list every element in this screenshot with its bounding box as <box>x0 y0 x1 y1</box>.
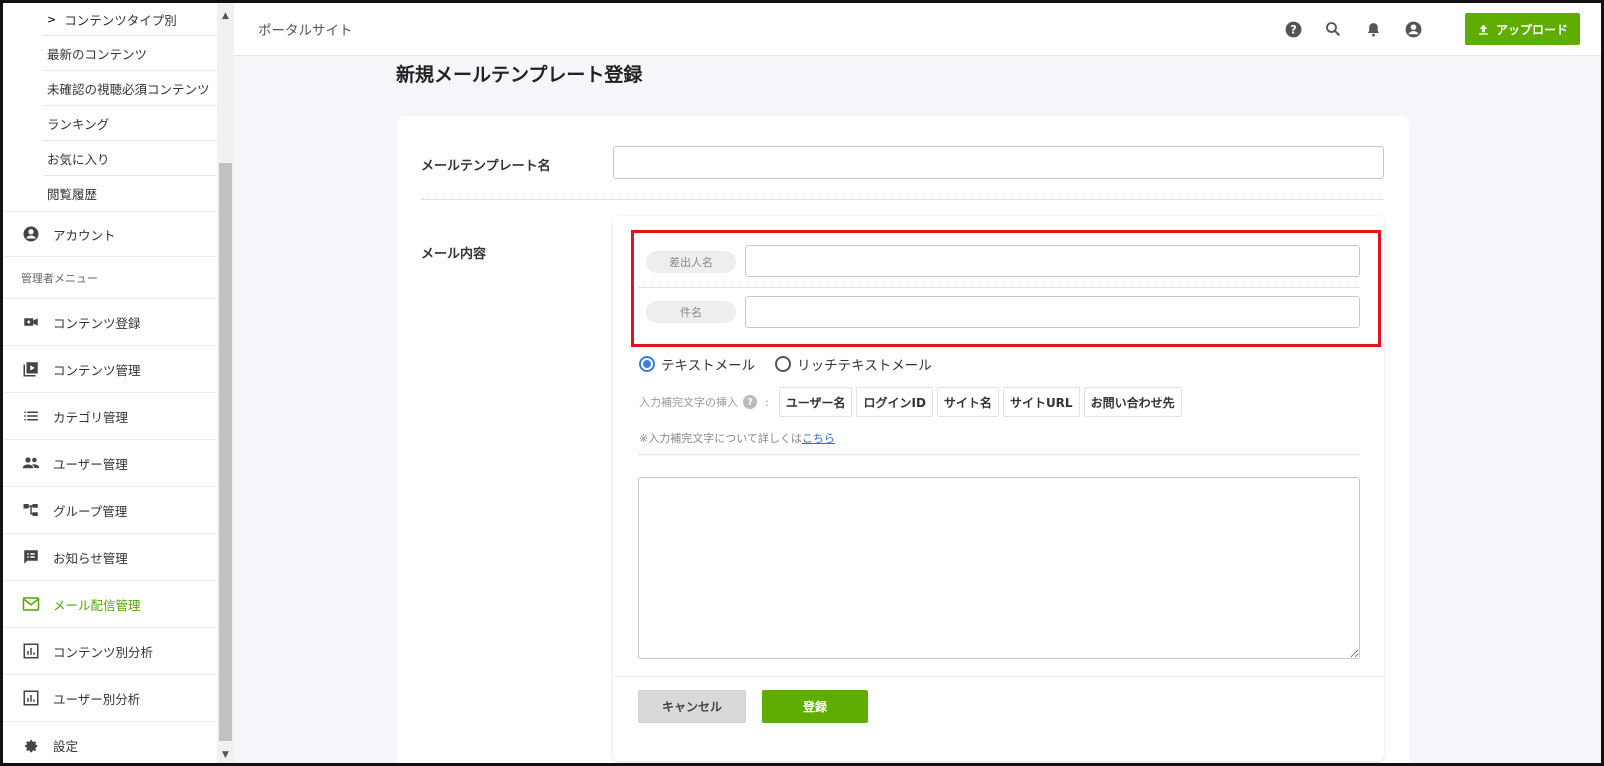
video-library-icon <box>21 359 41 379</box>
radio-unselected-icon <box>775 356 792 372</box>
template-name-label: メールテンプレート名 <box>421 159 551 174</box>
page-title: 新規メールテンプレート登録 <box>396 64 643 86</box>
help-icon[interactable]: ? <box>743 395 757 409</box>
users-icon <box>21 453 41 473</box>
divider <box>613 676 1384 677</box>
insert-placeholder-label: 入力補完文字の挿入 <box>639 396 738 409</box>
app-window: > コンテンツタイプ別 最新のコンテンツ 未確認の視聴必須コンテンツ ランキング… <box>0 0 1604 766</box>
sidebar-subitem-ranking[interactable]: ランキング <box>3 106 217 141</box>
mail-content-label: メール内容 <box>421 247 487 262</box>
sidebar-item-mail-manage[interactable]: メール配信管理 <box>3 581 217 628</box>
radio-text-mail-label: テキストメール <box>661 358 756 374</box>
insert-placeholder-row: 入力補完文字の挿入 ? : ユーザー名 ログインID サイト名 サイトURL お… <box>639 387 1186 417</box>
announcement-icon <box>21 547 41 567</box>
sidebar-subitem-label: コンテンツタイプ別 <box>64 13 177 28</box>
scroll-down-arrow-icon[interactable]: ▼ <box>217 746 234 763</box>
sidebar-subitem-favorites[interactable]: お気に入り <box>3 141 217 176</box>
divider <box>421 199 1384 200</box>
video-camera-icon <box>21 312 41 332</box>
sidebar-item-category-manage[interactable]: カテゴリ管理 <box>3 393 217 440</box>
sidebar-item-label: お知らせ管理 <box>53 550 128 566</box>
svg-text:?: ? <box>1290 23 1296 36</box>
sidebar-subitem-latest[interactable]: 最新のコンテンツ <box>3 36 217 71</box>
insert-chip-login-id[interactable]: ログインID <box>856 387 933 417</box>
sidebar-item-announcement-manage[interactable]: お知らせ管理 <box>3 534 217 581</box>
sidebar-item-content-analysis[interactable]: コンテンツ別分析 <box>3 628 217 675</box>
radio-rich-text-mail-label: リッチテキストメール <box>797 358 932 374</box>
upload-button[interactable]: アップロード <box>1465 13 1580 45</box>
insert-chip-username[interactable]: ユーザー名 <box>778 387 853 417</box>
sidebar-item-label: アカウント <box>53 227 116 243</box>
placeholder-help-note: ※入力補完文字について詳しくはこちら <box>639 430 835 446</box>
mail-body-textarea[interactable] <box>638 477 1360 659</box>
sidebar-subitem-history[interactable]: 閲覧履歴 <box>3 176 217 211</box>
sidebar-item-label: メール配信管理 <box>53 597 141 613</box>
divider <box>639 287 1360 288</box>
account-circle-icon <box>21 224 41 244</box>
sidebar-item-label: カテゴリ管理 <box>53 409 129 425</box>
mail-type-radio-group: テキストメール リッチテキストメール <box>639 354 952 374</box>
chart-icon <box>21 688 41 708</box>
sidebar-item-content-manage[interactable]: コンテンツ管理 <box>3 346 217 393</box>
gear-icon <box>21 736 41 756</box>
account-circle-icon[interactable] <box>1403 19 1423 39</box>
header-icons: ? <box>1283 19 1423 39</box>
list-icon <box>21 406 41 426</box>
top-header: ポータルサイト ? アップロード <box>234 3 1601 56</box>
chevron-right-icon: > <box>47 13 57 26</box>
insert-chip-site-name[interactable]: サイト名 <box>936 387 999 417</box>
template-name-input[interactable] <box>613 146 1384 179</box>
mail-icon <box>21 594 41 614</box>
sidebar-subitem-label: 閲覧履歴 <box>47 187 98 202</box>
scroll-up-arrow-icon[interactable]: ▲ <box>217 7 234 24</box>
sidebar-item-account[interactable]: アカウント <box>3 211 217 257</box>
sidebar-subitem-content-type[interactable]: > コンテンツタイプ別 <box>3 3 217 36</box>
insert-chip-contact[interactable]: お問い合わせ先 <box>1083 387 1182 417</box>
sidebar-item-label: 設定 <box>53 739 79 754</box>
sidebar: > コンテンツタイプ別 最新のコンテンツ 未確認の視聴必須コンテンツ ランキング… <box>3 3 217 763</box>
sidebar-item-label: コンテンツ管理 <box>53 362 141 378</box>
colon-separator: : <box>765 395 769 409</box>
sidebar-sub-list: > コンテンツタイプ別 最新のコンテンツ 未確認の視聴必須コンテンツ ランキング… <box>3 3 217 211</box>
sidebar-item-group-manage[interactable]: グループ管理 <box>3 487 217 534</box>
hierarchy-icon <box>21 500 41 520</box>
sender-name-input[interactable] <box>745 245 1360 277</box>
sidebar-scrollbar[interactable]: ▲ ▼ <box>217 3 234 763</box>
radio-text-mail[interactable]: テキストメール <box>639 354 755 374</box>
cancel-button[interactable]: キャンセル <box>638 690 746 723</box>
radio-rich-text-mail[interactable]: リッチテキストメール <box>775 354 932 374</box>
sidebar-item-label: コンテンツ登録 <box>53 315 141 331</box>
sidebar-item-content-register[interactable]: コンテンツ登録 <box>3 299 217 346</box>
subject-label: 件名 <box>646 301 736 323</box>
chart-icon <box>21 641 41 661</box>
divider <box>639 454 1360 455</box>
insert-chip-site-url[interactable]: サイトURL <box>1002 387 1080 417</box>
sidebar-subitem-label: お気に入り <box>47 152 110 167</box>
sidebar-subitem-label: ランキング <box>47 117 110 132</box>
sidebar-item-user-analysis[interactable]: ユーザー別分析 <box>3 675 217 722</box>
search-icon[interactable] <box>1323 19 1343 39</box>
sidebar-item-user-manage[interactable]: ユーザー管理 <box>3 440 217 487</box>
scrollbar-thumb[interactable] <box>219 163 232 741</box>
submit-button[interactable]: 登録 <box>762 690 868 723</box>
sidebar-item-label: グループ管理 <box>53 503 128 519</box>
site-title[interactable]: ポータルサイト <box>258 19 353 39</box>
sidebar-item-settings[interactable]: 設定 <box>3 722 217 763</box>
sidebar-item-label: ユーザー管理 <box>53 456 128 472</box>
upload-icon <box>1479 24 1488 35</box>
sidebar-item-label: ユーザー別分析 <box>53 691 141 707</box>
subject-input[interactable] <box>745 296 1360 328</box>
upload-button-label: アップロード <box>1495 22 1568 37</box>
sender-name-label: 差出人名 <box>646 251 736 273</box>
sidebar-item-label: コンテンツ別分析 <box>53 644 154 660</box>
sidebar-subitem-label: 最新のコンテンツ <box>47 47 148 62</box>
admin-menu-heading: 管理者メニュー <box>3 257 217 299</box>
sidebar-subitem-label: 未確認の視聴必須コンテンツ <box>47 82 210 97</box>
note-link[interactable]: こちら <box>802 432 835 445</box>
note-text: ※入力補完文字について詳しくは <box>639 432 802 445</box>
help-icon[interactable]: ? <box>1283 19 1303 39</box>
radio-selected-icon <box>639 356 655 372</box>
bell-icon[interactable] <box>1363 19 1383 39</box>
sidebar-subitem-required-unviewed[interactable]: 未確認の視聴必須コンテンツ <box>3 71 217 106</box>
